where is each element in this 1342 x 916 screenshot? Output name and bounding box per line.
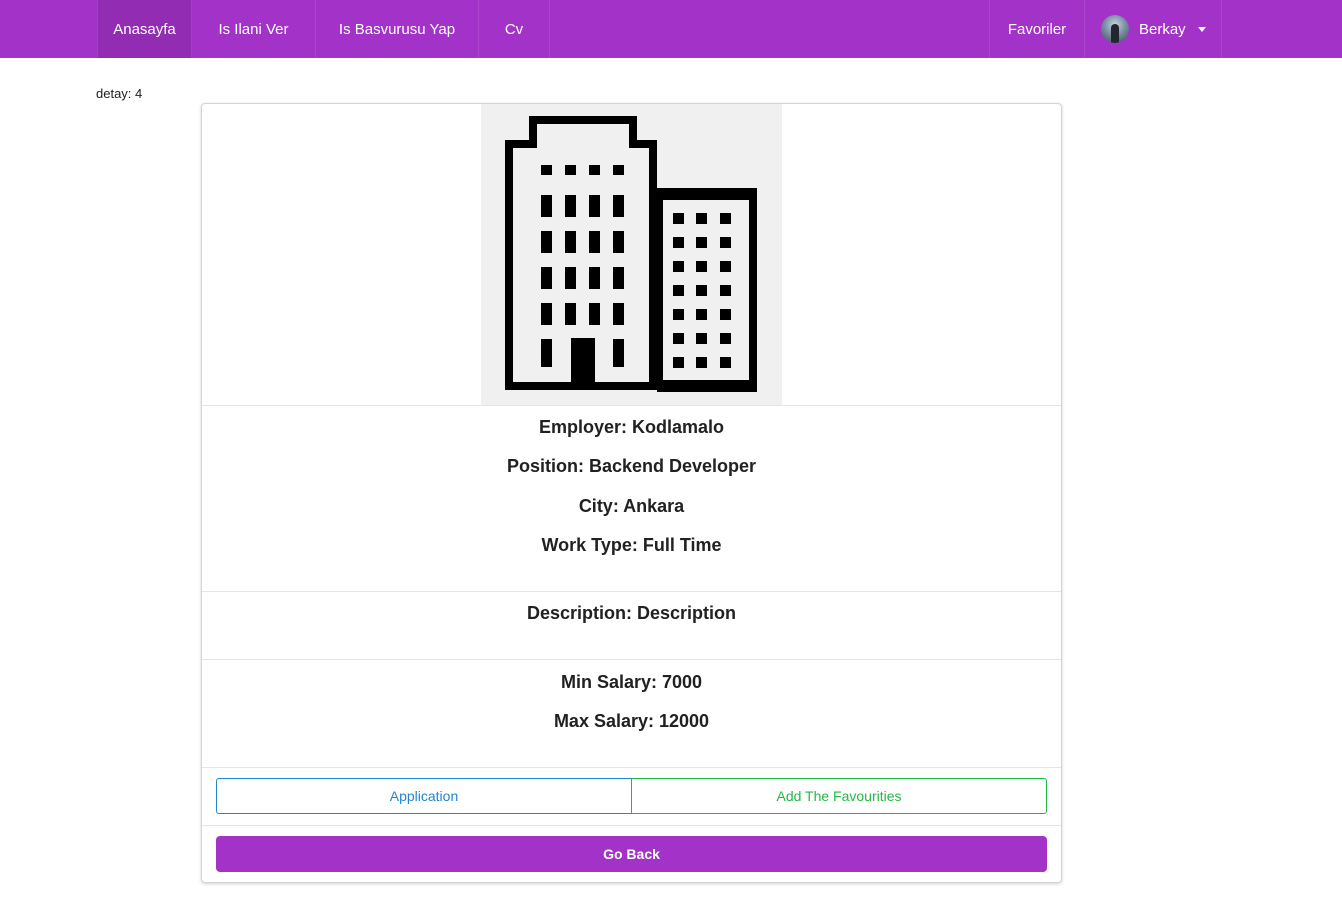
position-text: Position: Backend Developer xyxy=(506,456,757,476)
nav-item-cv[interactable]: Cv xyxy=(479,0,550,58)
min-salary-text: Min Salary: 7000 xyxy=(560,672,703,692)
city-text: City: Ankara xyxy=(578,496,685,516)
max-salary-text: Max Salary: 12000 xyxy=(553,711,710,731)
description-text: Description: Description xyxy=(526,603,737,623)
nav-item-favoriler[interactable]: Favoriler xyxy=(989,0,1085,58)
office-building-icon xyxy=(505,116,757,392)
job-detail-card: Employer: Kodlamalo Position: Backend De… xyxy=(201,103,1062,883)
application-button[interactable]: Application xyxy=(216,778,632,814)
nav-item-is-basvurusu-yap[interactable]: Is Basvurusu Yap xyxy=(316,0,479,58)
caret-down-icon xyxy=(1197,26,1206,32)
section-divider xyxy=(202,405,1061,406)
section-divider xyxy=(202,659,1061,660)
work-type-text: Work Type: Full Time xyxy=(541,535,722,555)
avatar xyxy=(1101,15,1129,43)
nav-item-is-ilani-ver[interactable]: Is Ilani Ver xyxy=(192,0,316,58)
nav-item-anasayfa[interactable]: Anasayfa xyxy=(97,0,192,58)
user-menu-dropdown[interactable]: Berkay xyxy=(1089,0,1222,58)
go-back-button[interactable]: Go Back xyxy=(216,836,1047,872)
section-divider xyxy=(202,591,1061,592)
top-navbar: Anasayfa Is Ilani Ver Is Basvurusu Yap C… xyxy=(0,0,1342,58)
detail-label: detay: 4 xyxy=(96,86,143,101)
add-favourite-button[interactable]: Add The Favourities xyxy=(631,778,1047,814)
section-divider xyxy=(202,767,1061,768)
section-divider xyxy=(202,825,1061,826)
employer-text: Employer: Kodlamalo xyxy=(538,417,725,437)
user-name: Berkay xyxy=(1139,20,1186,38)
company-image xyxy=(481,104,782,405)
